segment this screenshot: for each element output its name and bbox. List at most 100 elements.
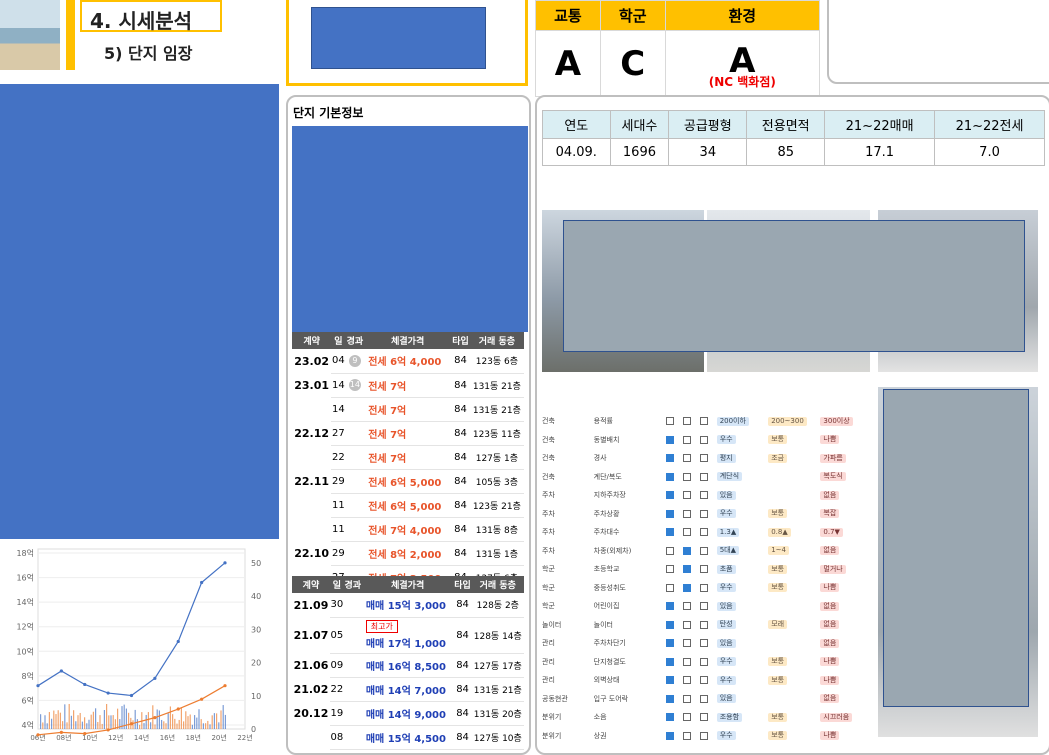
rating-tag: 나쁨 xyxy=(820,675,840,685)
checkbox[interactable] xyxy=(699,620,708,629)
checkbox[interactable] xyxy=(699,602,708,611)
rating-tag: 보통 xyxy=(768,435,788,445)
volume-bar xyxy=(152,705,154,729)
checkbox[interactable] xyxy=(699,713,708,722)
checkbox[interactable] xyxy=(699,583,708,592)
checkbox[interactable] xyxy=(683,472,691,481)
grade-environment: A (NC 백화점) xyxy=(664,30,821,97)
volume-bar xyxy=(136,719,138,729)
checkbox[interactable] xyxy=(683,657,691,666)
table-row: 11 전세 7억 4,000 84 131동 8층 xyxy=(292,517,524,542)
deal-floor: 127동 17층 xyxy=(471,653,524,678)
checkbox[interactable] xyxy=(683,620,691,629)
checkbox[interactable] xyxy=(699,528,708,537)
checkbox[interactable] xyxy=(683,583,691,592)
checkbox[interactable] xyxy=(699,509,708,518)
checkbox[interactable] xyxy=(666,472,675,481)
checkbox[interactable] xyxy=(699,417,708,426)
x-tick-label: 20년 xyxy=(211,733,226,742)
deal-floor: 131동 21층 xyxy=(471,677,524,702)
deal-price: 전세 7억 4,000 xyxy=(368,525,442,537)
inspection-checklist: 건축 용적률 200이하 200~300 300이상 건축 동별배치 우수 보통 나쁨 건축 경사 평지… xyxy=(542,412,872,745)
volume-bar xyxy=(163,721,165,729)
checkbox[interactable] xyxy=(683,602,691,611)
checkbox[interactable] xyxy=(683,639,691,648)
checkbox[interactable] xyxy=(699,546,708,555)
y2-tick-label: 0 xyxy=(251,725,256,734)
checkbox[interactable] xyxy=(683,731,691,740)
checkbox[interactable] xyxy=(699,565,708,574)
deal-day: 11 xyxy=(331,493,346,518)
volume-bar xyxy=(161,719,163,729)
checkbox[interactable] xyxy=(666,583,675,592)
checkbox[interactable] xyxy=(699,454,708,463)
checkbox[interactable] xyxy=(666,509,675,518)
checkbox[interactable] xyxy=(666,676,675,685)
list-item: 학군 초등학교 초품 보통 멀거나 xyxy=(542,560,872,579)
checkbox[interactable] xyxy=(683,676,691,685)
rating-tag: 없음 xyxy=(820,694,840,704)
volume-bar xyxy=(169,706,171,729)
check-category: 주차 xyxy=(542,509,555,518)
checkbox[interactable] xyxy=(666,694,675,703)
volume-bar xyxy=(81,721,83,729)
rating-tag: 200이하 xyxy=(716,416,749,426)
checkbox[interactable] xyxy=(666,435,675,444)
checkbox[interactable] xyxy=(666,731,675,740)
checkbox[interactable] xyxy=(683,565,691,574)
volume-bar xyxy=(70,715,72,729)
checkbox[interactable] xyxy=(699,731,708,740)
checkbox[interactable] xyxy=(699,435,708,444)
deal-floor: 127동 1층 xyxy=(469,445,524,470)
deal-month: 21.02 xyxy=(293,682,329,696)
volume-bar xyxy=(59,712,61,729)
checkbox[interactable] xyxy=(666,657,675,666)
rating-tag: 모래 xyxy=(768,620,788,630)
checkbox[interactable] xyxy=(699,639,708,648)
volume-bar xyxy=(194,715,196,729)
rating-tag: 우수 xyxy=(716,509,736,519)
grade-table: 교통 학군 환경 A C A (NC 백화점) xyxy=(535,0,821,97)
deal-month xyxy=(292,493,331,517)
table-row: 21.02 22 매매 14억 7,000 84 131동 21층 xyxy=(292,677,524,702)
checkbox[interactable] xyxy=(666,620,675,629)
checkbox[interactable] xyxy=(666,639,675,648)
rating-tag: 시끄러움 xyxy=(820,712,853,722)
volume-bar xyxy=(202,723,204,729)
checkbox[interactable] xyxy=(666,491,675,500)
deal-type: 84 xyxy=(451,445,470,470)
checkbox[interactable] xyxy=(666,713,675,722)
check-category: 주차 xyxy=(542,528,555,537)
checkbox[interactable] xyxy=(683,546,691,555)
checkbox[interactable] xyxy=(666,602,675,611)
volume-bar xyxy=(211,715,213,729)
checkbox[interactable] xyxy=(666,528,675,537)
complex-detail-panel: 연도 세대수 공급평형 전용면적 21~22매매 21~22전세 04.09. 1696 34… xyxy=(535,95,1049,755)
checkbox[interactable] xyxy=(699,491,708,500)
checkbox[interactable] xyxy=(683,694,691,703)
deal-price: 전세 6억 5,000 xyxy=(368,477,442,489)
deal-floor: 123동 6층 xyxy=(469,349,524,374)
checkbox[interactable] xyxy=(666,454,675,463)
checkbox[interactable] xyxy=(666,565,675,574)
checkbox[interactable] xyxy=(683,491,691,500)
check-category: 관리 xyxy=(542,639,555,648)
checkbox[interactable] xyxy=(683,509,691,518)
checkbox[interactable] xyxy=(699,694,708,703)
checkbox[interactable] xyxy=(683,417,691,426)
checkbox[interactable] xyxy=(683,528,691,537)
checkbox[interactable] xyxy=(699,676,708,685)
redacted-photo-side xyxy=(883,389,1029,707)
checkbox[interactable] xyxy=(683,713,691,722)
checkbox[interactable] xyxy=(683,454,691,463)
checkbox[interactable] xyxy=(699,657,708,666)
rating-tag: 1.3▲ xyxy=(716,527,740,537)
deal-price: 매매 14억 7,000 xyxy=(365,685,446,697)
checkbox[interactable] xyxy=(699,472,708,481)
volume-bar xyxy=(99,715,101,729)
volume-bar xyxy=(209,724,211,729)
checkbox[interactable] xyxy=(666,417,675,426)
checkbox[interactable] xyxy=(683,435,691,444)
checkbox[interactable] xyxy=(666,546,675,555)
rating-tag: 없음 xyxy=(820,620,840,630)
